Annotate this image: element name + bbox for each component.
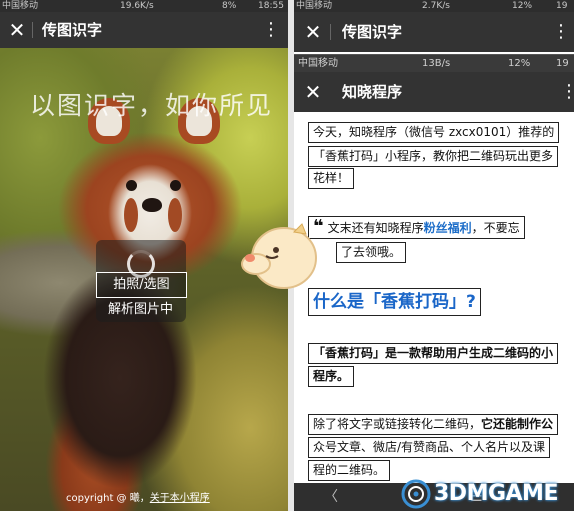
page-title: 知晓程序 xyxy=(342,83,403,101)
panda-eye-left xyxy=(126,180,137,191)
close-icon[interactable]: ✕ xyxy=(302,81,324,103)
panda-eye-right xyxy=(170,180,181,191)
back-icon[interactable]: 〈 xyxy=(324,483,338,511)
screenshot-composite: 中国移动 19.6K/s 8% 18:55 ✕ 传图识字 ⋮ 以图识字，如你所见… xyxy=(0,0,574,511)
page-title: 传图识字 xyxy=(42,21,103,39)
text-block-def-1: 「香蕉打码」是一款帮助用户生成二维码的小 xyxy=(308,343,559,364)
body-prefix: 除了将文字或链接转化二维码， xyxy=(313,417,482,431)
text-block-intro-1: 今天，知晓程序（微信号 zxcx0101）推荐的 xyxy=(308,122,560,143)
page-title: 传图识字 xyxy=(342,23,403,41)
text-block-quote-1: ❝ 文末还有知晓程序粉丝福利，不要忘 xyxy=(308,216,525,239)
text-block-body-2: 众号文章、微店/有赞商品、个人名片以及课 xyxy=(308,437,551,458)
about-link[interactable]: 关于本小程序 xyxy=(150,493,210,504)
watermark-logo: 3DMGAME xyxy=(398,476,574,511)
carrier-label: 中国移动 xyxy=(296,1,333,11)
status-bar-left: 中国移动 19.6K/s 8% 18:55 xyxy=(0,0,288,12)
carrier-label: 中国移动 xyxy=(298,58,338,69)
pick-photo-button[interactable]: 拍照/选图 xyxy=(96,272,187,298)
close-icon[interactable]: ✕ xyxy=(302,21,324,43)
status-bar-right-inner: 中国移动 13B/s 12% 19 xyxy=(294,54,574,72)
clock: 19 xyxy=(556,1,568,11)
text-block-quote-2: 了去领哦。 xyxy=(336,242,407,263)
quote-prefix: 文末还有知晓程序 xyxy=(327,221,424,235)
loading-text: 解析图片中 xyxy=(108,302,174,317)
slogan-text: 以图识字，如你所见 xyxy=(30,91,274,120)
battery-level: 12% xyxy=(512,1,533,11)
text-block-intro-2: 「香蕉打码」小程序，教你把二维码玩出更多 xyxy=(308,146,559,167)
network-speed: 2.7K/s xyxy=(422,1,450,11)
footer: copyright @ 曦，关于本小程序 xyxy=(66,492,210,506)
more-icon[interactable]: ⋮ xyxy=(552,20,570,44)
title-bar-left: ✕ 传图识字 ⋮ xyxy=(0,12,288,48)
body-bold: 它还能制作公 xyxy=(481,417,554,431)
network-speed: 13B/s xyxy=(422,58,451,69)
text-block-body-1: 除了将文字或链接转化二维码，它还能制作公 xyxy=(308,414,559,435)
watermark-text: 3DMGAME xyxy=(434,481,558,506)
more-icon[interactable]: ⋮ xyxy=(560,80,574,104)
title-divider xyxy=(330,24,331,40)
article-heading: 什么是「香蕉打码」? xyxy=(308,288,481,316)
battery-level: 12% xyxy=(508,58,531,69)
right-pane: 中国移动 2.7K/s 12% 19 ✕ 传图识字 ⋮ 中国移动 13B/s 1… xyxy=(294,0,574,511)
quote-suffix: ，不要忘 xyxy=(471,221,520,235)
panda-tearmark-left xyxy=(124,198,138,232)
title-bar-right-top: ✕ 传图识字 ⋮ xyxy=(294,12,574,52)
text-block-intro-3: 花样！ xyxy=(308,168,355,189)
network-speed: 19.6K/s xyxy=(120,1,154,11)
more-icon[interactable]: ⋮ xyxy=(262,18,280,42)
clock: 18:55 xyxy=(258,1,284,11)
title-bar-right-inner: ✕ 知晓程序 ⋮ xyxy=(294,72,574,112)
close-icon[interactable]: ✕ xyxy=(6,19,28,41)
text-block-body-3: 程的二维码。 xyxy=(308,460,391,481)
copyright-text: copyright @ 曦， xyxy=(66,493,150,504)
status-bar-right-top: 中国移动 2.7K/s 12% 19 xyxy=(294,0,574,12)
title-divider xyxy=(32,22,33,38)
mascot xyxy=(241,223,317,289)
panda-tearmark-right xyxy=(168,198,182,232)
panda-nose xyxy=(142,198,162,212)
clock: 19 xyxy=(556,58,569,69)
battery-level: 8% xyxy=(222,1,237,11)
watermark-emblem-icon xyxy=(401,479,431,509)
text-block-def-2: 程序。 xyxy=(308,366,355,387)
fan-welfare-highlight: 粉丝福利 xyxy=(423,221,472,235)
carrier-label: 中国移动 xyxy=(2,1,39,11)
